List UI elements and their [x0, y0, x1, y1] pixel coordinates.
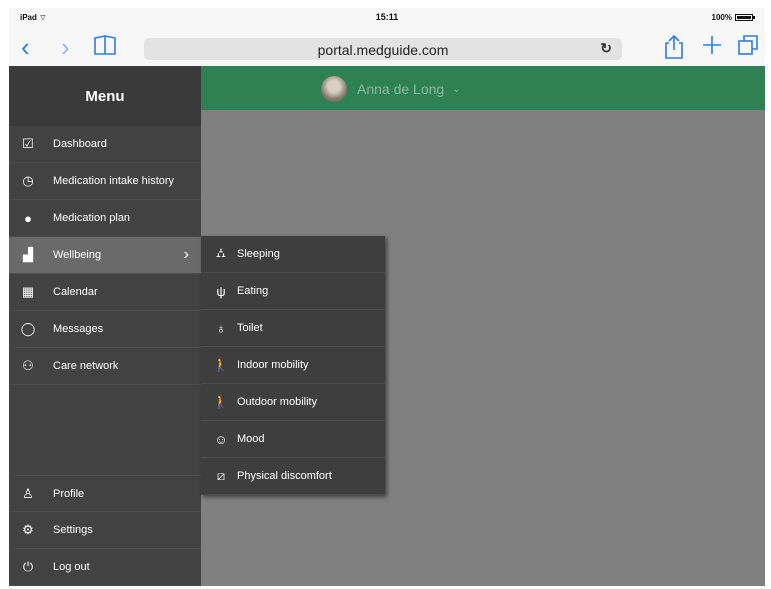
- gear-icon: ⚙: [22, 522, 34, 537]
- submenu-item-mood[interactable]: ☺ Mood: [201, 421, 385, 458]
- sidebar-item-wellbeing[interactable]: ▟ Wellbeing ›: [9, 237, 201, 274]
- user-icon: ♙: [22, 485, 34, 501]
- submenu-item-label: Outdoor mobility: [237, 396, 318, 408]
- calendar-icon: ▦: [21, 284, 35, 299]
- app-header: Anna de Long ⌄: [201, 66, 765, 110]
- chevron-down-icon: ⌄: [452, 83, 461, 95]
- sidebar-item-dashboard[interactable]: ☑ Dashboard: [9, 126, 201, 163]
- submenu-item-label: Indoor mobility: [237, 359, 309, 371]
- sidebar-item-messages[interactable]: ◯ Messages: [9, 311, 201, 348]
- sidebar-item-label: Messages: [53, 323, 104, 335]
- avatar: [321, 76, 347, 102]
- bed-icon: ⛼: [215, 245, 227, 260]
- reload-icon[interactable]: ↻: [600, 40, 612, 57]
- ipad-screen: iPad ⌔ 15:11 100% ‹ › portal.medguide.co…: [9, 8, 765, 586]
- submenu-item-outdoor-mobility[interactable]: 🚶 Outdoor mobility: [201, 384, 385, 421]
- walking-icon: 🚶: [212, 394, 230, 409]
- sidebar-item-profile[interactable]: ♙ Profile: [9, 475, 201, 512]
- sidebar-item-medication-intake-history[interactable]: ◷ Medication intake history: [9, 163, 201, 200]
- wellbeing-submenu: ⛼ Sleeping ψ Eating ♁ Toilet 🚶 Indoor mo…: [201, 236, 385, 495]
- sidebar-item-label: Medication plan: [53, 212, 131, 224]
- sidebar-item-label: Log out: [53, 561, 90, 573]
- status-bar: iPad ⌔ 15:11 100%: [9, 8, 765, 28]
- chat-icon: ◯: [20, 321, 36, 336]
- sidebar-title: Menu: [9, 66, 201, 126]
- submenu-item-label: Eating: [237, 285, 269, 297]
- clock: 15:11: [375, 12, 399, 22]
- logout-icon: ⏻: [22, 559, 34, 574]
- submenu-item-indoor-mobility[interactable]: 🚶 Indoor mobility: [201, 347, 385, 384]
- chart-icon: ▟: [23, 247, 33, 262]
- submenu-item-label: Toilet: [237, 322, 263, 334]
- bandage-icon: ⧄: [216, 468, 226, 483]
- address-bar[interactable]: portal.medguide.com ↻: [144, 38, 622, 60]
- smiley-icon: ☺: [214, 431, 228, 447]
- submenu-item-sleeping[interactable]: ⛼ Sleeping: [201, 236, 385, 273]
- submenu-item-physical-discomfort[interactable]: ⧄ Physical discomfort: [201, 458, 385, 495]
- share-icon[interactable]: [663, 34, 685, 64]
- back-icon[interactable]: ‹: [21, 34, 30, 60]
- sidebar-item-label: Wellbeing: [53, 249, 102, 261]
- submenu-item-label: Sleeping: [237, 248, 280, 260]
- sidebar: Menu ☑ Dashboard ◷ Medication intake his…: [9, 66, 201, 586]
- web-app: Anna de Long ⌄ Menu ☑ Dashboard ◷ Medica…: [9, 66, 765, 586]
- sidebar-item-medication-plan[interactable]: ● Medication plan: [9, 200, 201, 237]
- url-text: portal.medguide.com: [317, 42, 449, 58]
- user-name: Anna de Long: [357, 81, 445, 97]
- people-icon: ⚇: [22, 358, 34, 373]
- sidebar-item-label: Dashboard: [53, 138, 107, 150]
- battery-icon: [735, 14, 755, 21]
- sidebar-item-calendar[interactable]: ▦ Calendar: [9, 274, 201, 311]
- submenu-item-label: Physical discomfort: [237, 470, 332, 482]
- sidebar-item-label: Medication intake history: [53, 175, 175, 187]
- tabs-icon[interactable]: [737, 34, 759, 60]
- submenu-item-label: Mood: [237, 433, 265, 445]
- submenu-item-eating[interactable]: ψ Eating: [201, 273, 385, 310]
- user-switcher[interactable]: Anna de Long ⌄: [321, 76, 461, 102]
- submenu-item-toilet[interactable]: ♁ Toilet: [201, 310, 385, 347]
- add-tab-icon[interactable]: [701, 34, 723, 60]
- forward-icon[interactable]: ›: [61, 34, 70, 60]
- sidebar-item-label: Calendar: [53, 286, 98, 298]
- sidebar-item-care-network[interactable]: ⚇ Care network: [9, 348, 201, 385]
- sidebar-item-label: Care network: [53, 360, 119, 372]
- cutlery-icon: ψ: [216, 283, 226, 299]
- sidebar-item-settings[interactable]: ⚙ Settings: [9, 512, 201, 549]
- toilet-icon: ♁: [216, 320, 226, 336]
- walking-icon: 🚶: [212, 357, 230, 372]
- bookmarks-icon[interactable]: [93, 34, 117, 60]
- battery-indicator: 100%: [712, 13, 755, 22]
- sidebar-item-label: Settings: [53, 524, 93, 536]
- history-icon: ◷: [22, 173, 34, 188]
- sidebar-item-label: Profile: [53, 487, 85, 500]
- sidebar-item-log-out[interactable]: ⏻ Log out: [9, 549, 201, 586]
- dashboard-icon: ☑: [22, 136, 34, 151]
- chevron-right-icon: ›: [183, 246, 189, 263]
- pills-icon: ●: [24, 210, 32, 226]
